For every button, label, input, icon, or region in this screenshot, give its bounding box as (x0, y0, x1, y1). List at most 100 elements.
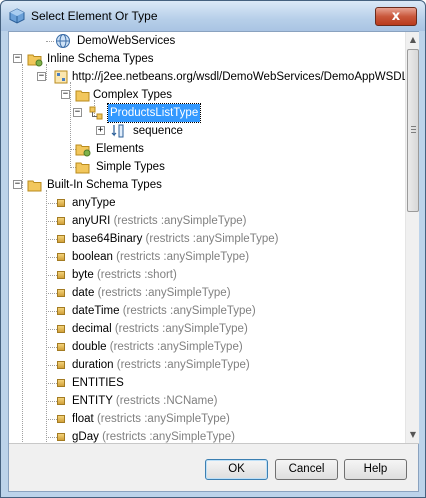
tree-node-label: ENTITY (72, 395, 113, 407)
tree-node-type[interactable]: float (restricts :anySimpleType) (9, 410, 403, 428)
schema-icon (54, 70, 68, 84)
tree-node-label: dateTime (72, 305, 120, 317)
ok-button[interactable]: OK (205, 459, 268, 480)
tree-node-type[interactable]: byte (restricts :short) (9, 266, 403, 284)
tree-node-type[interactable]: ENTITIES (9, 374, 403, 392)
tree-node-label: anyType (72, 197, 116, 209)
dialog-window: Select Element Or Type x DemoWebServices… (0, 0, 426, 498)
dialog-body: DemoWebServices − Inline Schema Types − (8, 31, 419, 492)
folder-icon (75, 162, 90, 174)
tree-node-type[interactable]: anyType (9, 194, 403, 212)
vertical-scrollbar[interactable]: ▲ ▼ (405, 32, 419, 443)
tree-node-type[interactable]: gDay (restricts :anySimpleType) (9, 428, 403, 443)
collapse-toggle[interactable]: − (37, 72, 46, 81)
close-button[interactable]: x (375, 7, 417, 26)
restricts-text: (restricts :short) (96, 269, 177, 281)
tree-node-type[interactable]: double (restricts :anySimpleType) (9, 338, 403, 356)
tree-line (46, 221, 57, 222)
tree-node-demowebservices[interactable]: DemoWebServices (9, 32, 403, 50)
tree-line (46, 365, 57, 366)
tree-node-label: float (72, 413, 94, 425)
collapse-toggle[interactable]: − (61, 90, 70, 99)
restricts-text: (restricts :anySimpleType) (116, 359, 250, 371)
tree-node-complex-types[interactable]: − Complex Types (9, 86, 403, 104)
tree-node-elements[interactable]: Elements (9, 140, 403, 158)
folder-icon (27, 54, 43, 67)
collapse-toggle[interactable]: − (13, 180, 22, 189)
scrollbar-thumb[interactable] (407, 49, 419, 212)
folder-icon (27, 180, 42, 192)
restricts-text: (restricts :anySimpleType) (102, 431, 235, 443)
tree-node-built-in-schema-types[interactable]: − Built-In Schema Types (9, 176, 403, 194)
type-icon (57, 217, 65, 225)
tree-node-label: sequence (133, 125, 183, 137)
tree-node-type[interactable]: decimal (restricts :anySimpleType) (9, 320, 403, 338)
tree-line (46, 419, 57, 420)
tree-line (46, 347, 57, 348)
tree-node-type[interactable]: anyURI (restricts :anySimpleType) (9, 212, 403, 230)
tree-node-label: boolean (72, 251, 113, 263)
tree-line (46, 329, 57, 330)
scroll-down-arrow-icon[interactable]: ▼ (406, 428, 419, 442)
expand-toggle[interactable]: + (96, 126, 105, 135)
tree-node-label: anyURI (72, 215, 111, 227)
tree-line (46, 311, 57, 312)
scroll-up-arrow-icon[interactable]: ▲ (406, 33, 419, 47)
help-button[interactable]: Help (344, 459, 407, 480)
tree-line (46, 239, 57, 240)
type-icon (57, 235, 65, 243)
folder-icon (75, 90, 90, 102)
tree-line (46, 293, 57, 294)
type-icon (57, 199, 65, 207)
tree-node-label: ENTITIES (72, 377, 124, 389)
tree-line (46, 275, 57, 276)
restricts-text: (restricts :anySimpleType) (109, 341, 243, 353)
restricts-text: (restricts :anySimpleType) (97, 287, 231, 299)
tree-node-schema-namespace[interactable]: − http://j2ee.netbeans.org/wsdl/DemoWebS… (9, 68, 408, 86)
title-bar[interactable]: Select Element Or Type x (1, 1, 425, 31)
tree-node-label: Inline Schema Types (47, 53, 154, 65)
tree-line (46, 203, 57, 204)
type-icon (57, 415, 65, 423)
tree-node-label: Simple Types (96, 161, 165, 173)
tree-node-type[interactable]: duration (restricts :anySimpleType) (9, 356, 403, 374)
tree-node-productslisttype[interactable]: − ProductsListType (9, 103, 403, 123)
cancel-button[interactable]: Cancel (275, 459, 338, 480)
tree-node-label: decimal (72, 323, 112, 335)
tree-node-simple-types[interactable]: Simple Types (9, 158, 403, 176)
tree-node-label: http://j2ee.netbeans.org/wsdl/DemoWebSer… (72, 71, 409, 83)
restricts-text: (restricts :anySimpleType) (114, 323, 248, 335)
type-icon (57, 433, 65, 441)
tree-line (46, 257, 57, 258)
collapse-toggle[interactable]: − (13, 54, 22, 63)
tree-node-label: byte (72, 269, 94, 281)
tree-node-inline-schema-types[interactable]: − Inline Schema Types (9, 50, 403, 68)
tree-node-type[interactable]: dateTime (restricts :anySimpleType) (9, 302, 403, 320)
type-icon (57, 379, 65, 387)
tree-rows: DemoWebServices − Inline Schema Types − (9, 32, 408, 443)
tree-line (46, 383, 57, 384)
type-icon (57, 307, 65, 315)
restricts-text: (restricts :anySimpleType) (116, 251, 250, 263)
collapse-toggle[interactable]: − (73, 108, 82, 117)
restricts-text: (restricts :anySimpleType) (145, 233, 279, 245)
tree-node-type[interactable]: base64Binary (restricts :anySimpleType) (9, 230, 403, 248)
type-icon (57, 325, 65, 333)
tree-node-label: DemoWebServices (77, 35, 176, 47)
grip-line (411, 132, 416, 133)
tree-node-label: base64Binary (72, 233, 143, 245)
restricts-text: (restricts :anySimpleType) (122, 305, 256, 317)
tree-node-label: Built-In Schema Types (47, 179, 162, 191)
type-tree[interactable]: DemoWebServices − Inline Schema Types − (9, 32, 419, 444)
tree-node-type[interactable]: boolean (restricts :anySimpleType) (9, 248, 403, 266)
tree-node-sequence[interactable]: + sequence (9, 122, 403, 140)
tree-node-type[interactable]: ENTITY (restricts :NCName) (9, 392, 403, 410)
tree-node-type[interactable]: date (restricts :anySimpleType) (9, 284, 403, 302)
tree-line (46, 437, 57, 438)
type-icon (57, 343, 65, 351)
type-icon (57, 361, 65, 369)
tree-node-label: Elements (96, 143, 144, 155)
tree-line (46, 401, 57, 402)
tree-node-label: ProductsListType (106, 103, 202, 123)
globe-icon (56, 34, 70, 48)
